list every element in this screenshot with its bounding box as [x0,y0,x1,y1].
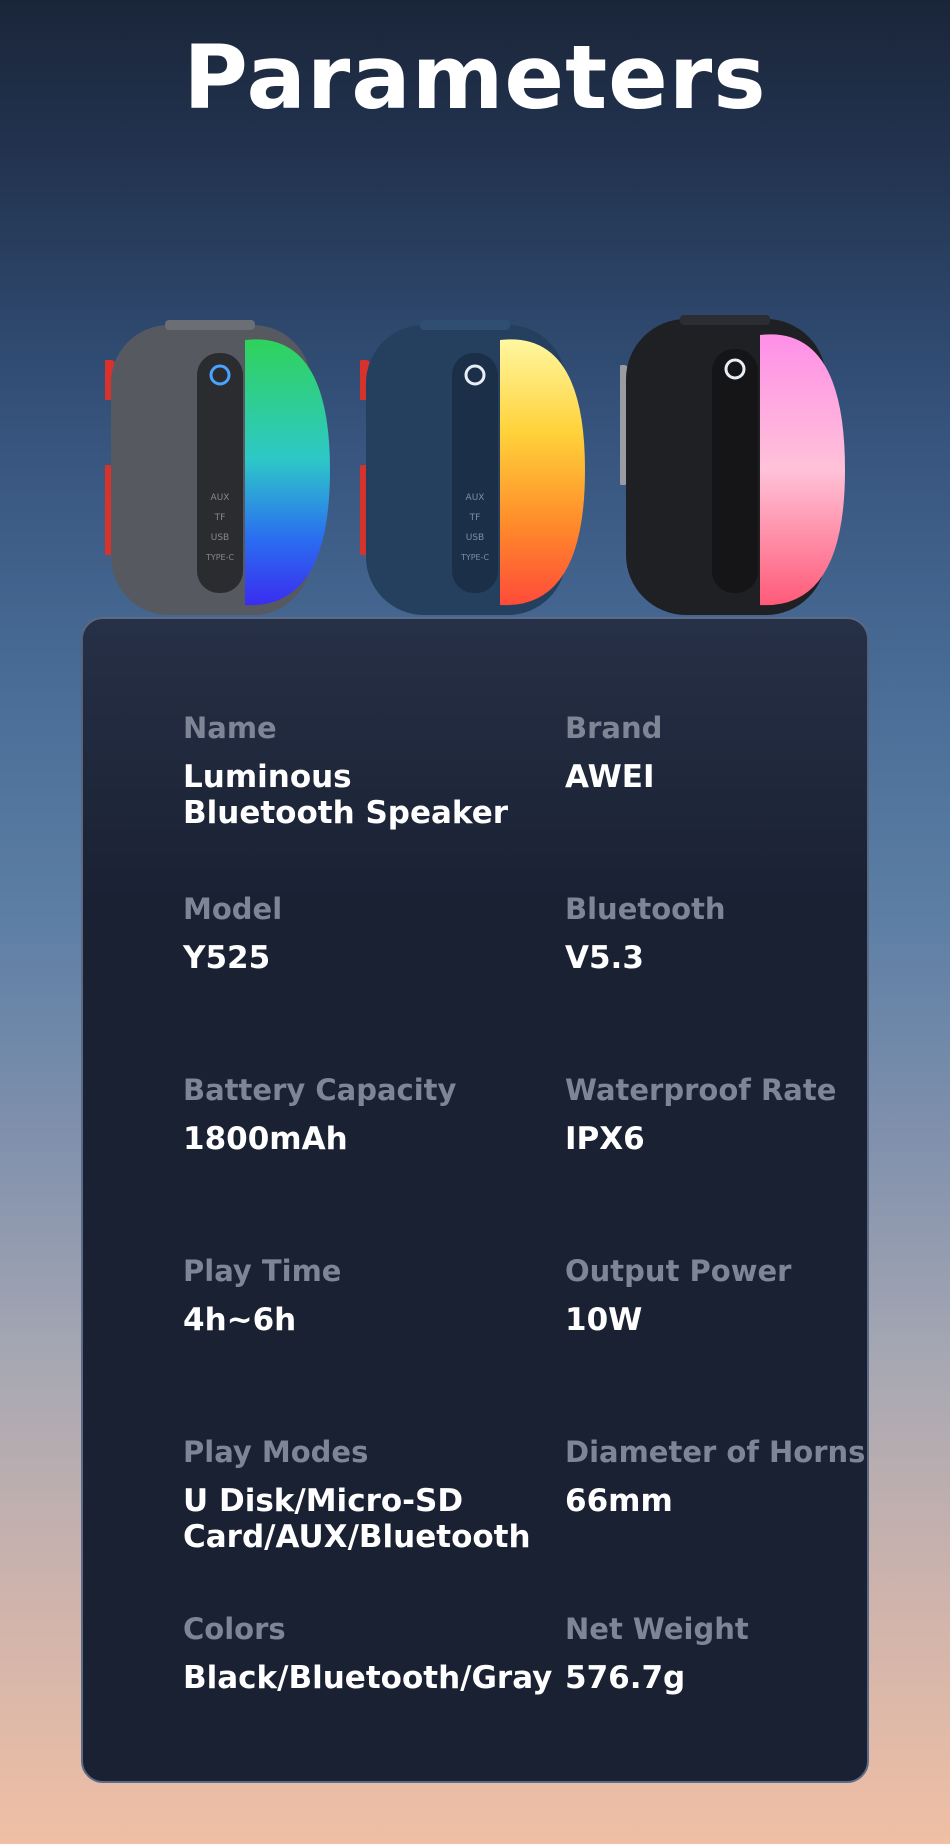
spec-label: Play Modes [183,1435,369,1469]
speaker-blue-image: AUX TF USB TYPE-C [360,305,590,625]
spec-diameter-of-horns: Diameter of Horns 66mm [565,1435,905,1519]
spec-value: 576.7g [565,1660,686,1696]
spec-name: Name Luminous Bluetooth Speaker [183,711,523,831]
spec-value: U Disk/Micro-SD Card/AUX/Bluetooth [183,1483,531,1555]
svg-text:TYPE-C: TYPE-C [205,553,235,562]
spec-label: Output Power [565,1254,792,1288]
spec-value: AWEI [565,759,655,795]
spec-label: Net Weight [565,1612,749,1646]
spec-value: 1800mAh [183,1121,348,1157]
spec-net-weight: Net Weight 576.7g [565,1612,905,1696]
spec-value: 4h~6h [183,1302,297,1338]
spec-brand: Brand AWEI [565,711,905,795]
spec-battery-capacity: Battery Capacity 1800mAh [183,1073,523,1157]
svg-text:TYPE-C: TYPE-C [460,553,490,562]
spec-label: Waterproof Rate [565,1073,837,1107]
spec-value: Black/Bluetooth/Gray [183,1660,553,1696]
spec-label: Colors [183,1612,286,1646]
spec-waterproof-rate: Waterproof Rate IPX6 [565,1073,905,1157]
spec-play-modes: Play Modes U Disk/Micro-SD Card/AUX/Blue… [183,1435,531,1555]
spec-label: Model [183,892,283,926]
spec-label: Brand [565,711,663,745]
product-images: AUX TF USB TYPE-C AUX TF USB TYPE-C [0,305,950,635]
svg-text:TF: TF [469,513,481,523]
spec-label: Battery Capacity [183,1073,457,1107]
spec-model: Model Y525 [183,892,523,976]
spec-label: Name [183,711,277,745]
spec-label: Play Time [183,1254,342,1288]
spec-value: Luminous Bluetooth Speaker [183,759,509,831]
page-title: Parameters [183,26,767,129]
spec-output-power: Output Power 10W [565,1254,905,1338]
spec-value: IPX6 [565,1121,645,1157]
spec-label: Bluetooth [565,892,726,926]
spec-value: Y525 [183,940,271,976]
svg-text:AUX: AUX [211,493,230,503]
speaker-black-image [620,305,850,625]
svg-text:USB: USB [211,533,229,543]
spec-label: Diameter of Horns [565,1435,866,1469]
spec-value: 10W [565,1302,643,1338]
spec-value: 66mm [565,1483,673,1519]
spec-bluetooth: Bluetooth V5.3 [565,892,905,976]
svg-text:TF: TF [214,513,226,523]
spec-value: V5.3 [565,940,644,976]
spec-play-time: Play Time 4h~6h [183,1254,523,1338]
svg-text:USB: USB [466,533,484,543]
svg-text:AUX: AUX [466,493,485,503]
speaker-gray-image: AUX TF USB TYPE-C [105,305,335,625]
spec-colors: Colors Black/Bluetooth/Gray [183,1612,553,1696]
